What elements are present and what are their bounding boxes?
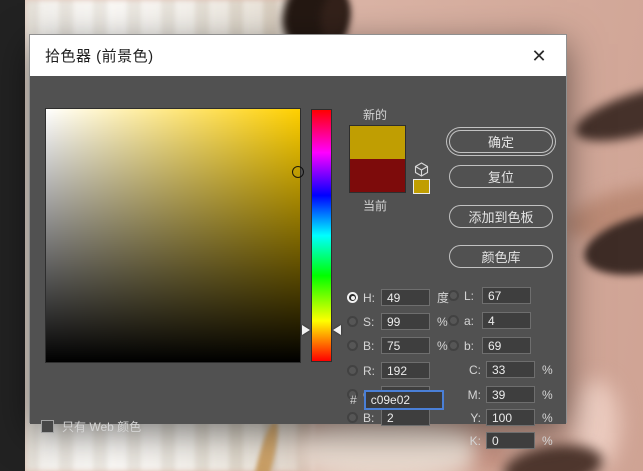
s-radio[interactable] bbox=[347, 316, 358, 327]
s-unit: % bbox=[437, 314, 448, 329]
close-icon[interactable]: ✕ bbox=[526, 43, 552, 69]
field-row-c: C: 33 % bbox=[463, 361, 553, 378]
h-radio[interactable] bbox=[347, 292, 358, 303]
rgb-b-radio[interactable] bbox=[347, 412, 358, 423]
new-color-swatch bbox=[350, 126, 405, 159]
l-label: L: bbox=[464, 288, 475, 303]
dialog-body: 新的 当前 确定 复位 添加到色板 颜色库 H: 49 度 S: 99 % B:… bbox=[30, 76, 566, 449]
l-input[interactable]: 67 bbox=[482, 287, 531, 304]
field-row-y: Y: 100 % bbox=[463, 409, 553, 426]
m-label: M: bbox=[467, 387, 481, 402]
saturation-brightness-field[interactable] bbox=[45, 108, 304, 363]
k-label: K: bbox=[469, 433, 481, 448]
r-input[interactable]: 192 bbox=[381, 362, 430, 379]
field-row-s: S: 99 % bbox=[347, 313, 448, 330]
hex-input[interactable]: c09e02 bbox=[363, 390, 444, 410]
field-row-r: R: 192 bbox=[347, 362, 430, 379]
lab-b-input[interactable]: 69 bbox=[482, 337, 531, 354]
new-color-label: 新的 bbox=[363, 108, 388, 122]
rgb-b-input[interactable]: 2 bbox=[381, 409, 430, 426]
h-label: H: bbox=[363, 290, 375, 305]
field-row-m: M: 39 % bbox=[463, 386, 553, 403]
lab-b-label: b: bbox=[464, 338, 475, 353]
a-label: a: bbox=[464, 313, 475, 328]
s-label: S: bbox=[363, 314, 375, 329]
current-color-swatch[interactable] bbox=[350, 159, 405, 192]
c-label: C: bbox=[469, 362, 481, 377]
hue-slider[interactable] bbox=[311, 109, 332, 362]
hex-label: # bbox=[350, 393, 357, 407]
app-panel-strip bbox=[0, 0, 25, 471]
field-row-a: a: 4 bbox=[448, 312, 531, 329]
dialog-titlebar[interactable]: 拾色器 (前景色) ✕ bbox=[30, 35, 566, 76]
y-unit: % bbox=[542, 410, 553, 425]
screenshot-root: 拾色器 (前景色) ✕ 新的 当前 确定 复位 添加到色板 颜色库 H: 49 … bbox=[0, 0, 643, 471]
web-only-row: 只有 Web 颜色 bbox=[41, 418, 141, 435]
out-of-web-gamut-cube-icon[interactable] bbox=[414, 162, 429, 177]
cheek-highlight bbox=[295, 420, 475, 471]
reset-button[interactable]: 复位 bbox=[449, 165, 553, 188]
k-unit: % bbox=[542, 433, 553, 448]
r-label: R: bbox=[363, 363, 375, 378]
eyebrow bbox=[569, 73, 643, 153]
hue-slider-handle-right[interactable] bbox=[333, 325, 341, 335]
hue-slider-handle-left[interactable] bbox=[302, 325, 310, 335]
color-picker-dialog: 拾色器 (前景色) ✕ 新的 当前 确定 复位 添加到色板 颜色库 H: 49 … bbox=[29, 34, 567, 449]
web-safe-color-swatch[interactable] bbox=[413, 179, 430, 194]
only-web-colors-checkbox[interactable] bbox=[41, 420, 54, 433]
l-radio[interactable] bbox=[448, 290, 459, 301]
h-input[interactable]: 49 bbox=[381, 289, 430, 306]
b-label: B: bbox=[363, 338, 375, 353]
dialog-title: 拾色器 (前景色) bbox=[45, 48, 154, 65]
b-input[interactable]: 75 bbox=[381, 337, 430, 354]
b-radio[interactable] bbox=[347, 340, 358, 351]
m-unit: % bbox=[542, 387, 553, 402]
r-radio[interactable] bbox=[347, 365, 358, 376]
m-input[interactable]: 39 bbox=[486, 386, 535, 403]
field-row-b: B: 75 % bbox=[347, 337, 448, 354]
current-color-label: 当前 bbox=[363, 199, 388, 213]
s-input[interactable]: 99 bbox=[381, 313, 430, 330]
b-unit: % bbox=[437, 338, 448, 353]
field-row-h: H: 49 度 bbox=[347, 289, 449, 306]
c-input[interactable]: 33 bbox=[486, 361, 535, 378]
field-row-lab-b: b: 69 bbox=[448, 337, 531, 354]
rgb-b-label: B: bbox=[363, 410, 375, 425]
color-field-marker[interactable] bbox=[292, 166, 304, 178]
k-input[interactable]: 0 bbox=[486, 432, 535, 449]
color-libraries-button[interactable]: 颜色库 bbox=[449, 245, 553, 268]
field-row-k: K: 0 % bbox=[463, 432, 553, 449]
y-input[interactable]: 100 bbox=[486, 409, 535, 426]
y-label: Y: bbox=[470, 410, 481, 425]
field-row-rgb-b: B: 2 bbox=[347, 409, 430, 426]
a-radio[interactable] bbox=[448, 315, 459, 326]
a-input[interactable]: 4 bbox=[482, 312, 531, 329]
field-row-l: L: 67 bbox=[448, 287, 531, 304]
c-unit: % bbox=[542, 362, 553, 377]
only-web-colors-label: 只有 Web 颜色 bbox=[62, 420, 142, 434]
field-row-hex: # c09e02 bbox=[350, 390, 444, 410]
lab-b-radio[interactable] bbox=[448, 340, 459, 351]
add-to-swatches-button[interactable]: 添加到色板 bbox=[449, 205, 553, 228]
ok-button[interactable]: 确定 bbox=[449, 130, 553, 153]
color-preview bbox=[349, 125, 406, 193]
